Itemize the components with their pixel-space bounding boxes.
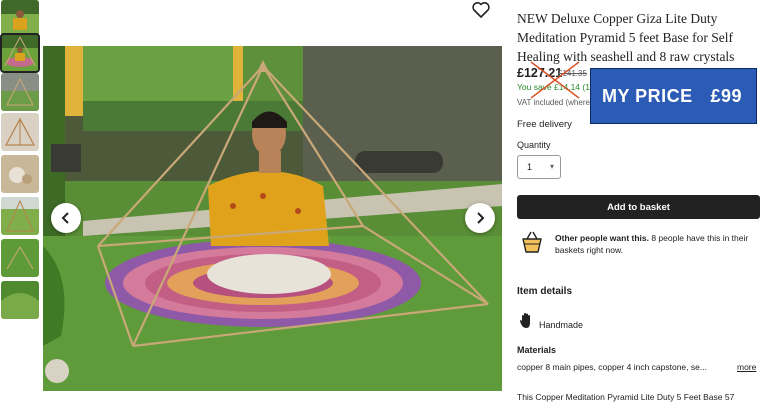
item-details-heading: Item details bbox=[517, 286, 573, 297]
add-to-basket-button[interactable]: Add to basket bbox=[517, 195, 760, 219]
my-price-label: MY PRICE bbox=[602, 85, 693, 106]
savings-text: You save £14.14 (1 bbox=[517, 82, 590, 92]
quantity-value: 1 bbox=[527, 162, 533, 172]
hand-icon bbox=[520, 313, 530, 328]
heart-icon[interactable] bbox=[471, 0, 491, 20]
original-price: £141.35 bbox=[558, 69, 587, 78]
chevron-right-icon bbox=[477, 212, 485, 224]
my-price-value: £99 bbox=[710, 85, 742, 106]
next-image-button[interactable] bbox=[465, 203, 495, 233]
quantity-select[interactable]: 1 ▾ bbox=[517, 155, 561, 179]
chevron-left-icon bbox=[61, 212, 69, 224]
listing-panel: NEW Deluxe Copper Giza Lite Duty Meditat… bbox=[517, 0, 768, 404]
handmade-label: Handmade bbox=[539, 320, 584, 330]
materials-text: copper 8 main pipes, copper 4 inch capst… bbox=[517, 362, 707, 372]
thumbnail-2[interactable] bbox=[0, 33, 40, 73]
thumbnail-1[interactable] bbox=[1, 0, 39, 38]
thumbnail-5[interactable] bbox=[1, 155, 39, 193]
demand-bold-text: Other people want this. bbox=[555, 233, 649, 243]
chevron-down-icon: ▾ bbox=[549, 162, 554, 171]
quantity-label: Quantity bbox=[517, 140, 551, 150]
previous-image-button[interactable] bbox=[51, 203, 81, 233]
basket-icon bbox=[522, 231, 542, 253]
thumbnail-3[interactable] bbox=[1, 73, 39, 111]
thumbnail-6[interactable] bbox=[1, 197, 39, 235]
vat-note: VAT included (where bbox=[517, 98, 590, 107]
demand-notice: Other people want this. 8 people have th… bbox=[555, 232, 760, 256]
current-price: £127.21 bbox=[517, 66, 563, 80]
description-text: This Copper Meditation Pyramid Lite Duty… bbox=[517, 392, 735, 402]
materials-heading: Materials bbox=[517, 345, 557, 355]
thumbnail-7[interactable] bbox=[1, 239, 39, 277]
delivery-info: Free delivery bbox=[517, 119, 572, 130]
thumbnail-8[interactable] bbox=[1, 281, 39, 319]
thumbnail-4[interactable] bbox=[1, 113, 39, 151]
more-link[interactable]: more bbox=[737, 362, 756, 372]
product-main-image bbox=[43, 46, 502, 391]
my-price-overlay: MY PRICE £99 bbox=[590, 68, 757, 124]
listing-title: NEW Deluxe Copper Giza Lite Duty Meditat… bbox=[517, 11, 735, 64]
thumbnail-strip bbox=[0, 0, 40, 404]
